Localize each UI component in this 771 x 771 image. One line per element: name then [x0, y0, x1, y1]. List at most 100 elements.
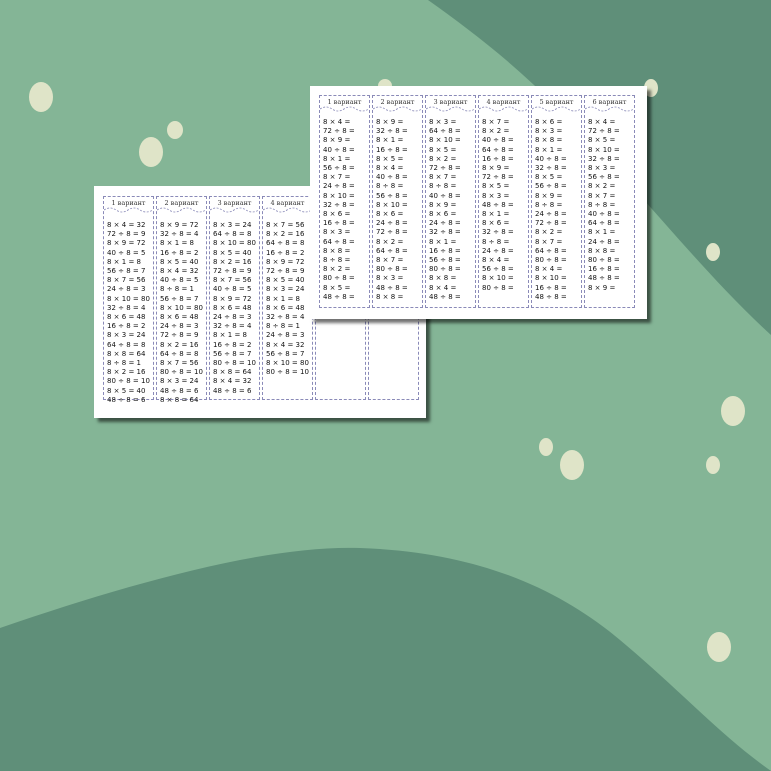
- equation-item: 32 ÷ 8 =: [429, 228, 461, 237]
- equation-item: 8 × 8 =: [535, 136, 563, 145]
- equation-item: 8 × 7 = 56: [213, 276, 252, 285]
- equation-item: 80 ÷ 8 = 10: [266, 368, 309, 377]
- equation-item: 24 ÷ 8 = 3: [160, 322, 199, 331]
- equation-item: 8 × 9 = 72: [107, 239, 146, 248]
- equation-item: 8 × 3 =: [376, 274, 404, 283]
- equation-item: 72 ÷ 8 = 9: [213, 267, 252, 276]
- equation-item: 16 ÷ 8 =: [482, 154, 514, 163]
- equation-item: 8 × 2 = 16: [213, 257, 252, 266]
- equation-list: 8 × 9 = 72 32 ÷ 8 = 48 × 1 = 8 16 ÷ 8 = 28…: [157, 221, 206, 405]
- equation-item: 8 × 8 = 64: [213, 368, 252, 377]
- equation-item: 8 × 5 =: [376, 154, 404, 163]
- equation-item: 40 ÷ 8 = 5: [107, 248, 146, 257]
- equation-item: 8 × 1 =: [482, 210, 510, 219]
- equation-item: 8 × 2 =: [535, 228, 563, 237]
- equation-item: 48 ÷ 8 =: [535, 292, 567, 301]
- equation-item: 8 × 2 =: [429, 154, 457, 163]
- equation-item: 16 ÷ 8 = 2: [266, 248, 305, 257]
- equation-item: 64 ÷ 8 =: [535, 246, 567, 255]
- equation-list: 8 × 9 = 32 ÷ 8 = 8 × 1 = 16 ÷ 8 = 8 × 5 = 8 ×…: [373, 118, 422, 302]
- variant-column: 2 вариант 8 × 9 = 72 32 ÷ 8 = 48 × 1 = 8 16…: [156, 196, 207, 404]
- equation-item: 40 ÷ 8 = 5: [160, 276, 199, 285]
- equation-item: 40 ÷ 8 =: [588, 210, 620, 219]
- equation-item: 8 × 4 =: [323, 118, 351, 126]
- equation-item: 40 ÷ 8 =: [323, 145, 355, 154]
- equation-item: 8 × 6 = 48: [213, 303, 252, 312]
- equation-item: 8 × 5 = 40: [160, 257, 199, 266]
- equation-item: 8 × 3 =: [323, 228, 351, 237]
- equation-item: 8 ÷ 8 =: [376, 182, 404, 191]
- equation-item: 64 ÷ 8 =: [429, 127, 461, 136]
- equation-item: 8 ÷ 8 = 1: [107, 359, 141, 368]
- equation-item: 64 ÷ 8 =: [376, 246, 408, 255]
- equation-item: 8 × 3 = 24: [213, 221, 252, 229]
- equation-item: 8 × 1 =: [588, 228, 616, 237]
- equation-item: 8 × 4 =: [482, 256, 510, 265]
- equation-item: 8 ÷ 8 =: [429, 182, 457, 191]
- equation-item: 8 × 7 = 56: [160, 359, 199, 368]
- equation-item: 8 × 2 = 16: [266, 230, 305, 239]
- equation-item: 8 × 6 =: [376, 210, 404, 219]
- equation-item: 48 ÷ 8 =: [482, 200, 514, 209]
- equation-item: 32 ÷ 8 =: [588, 154, 620, 163]
- variant-title: 3 вариант: [210, 197, 259, 219]
- equation-list: 8 × 4 = 72 ÷ 8 = 8 × 5 = 8 × 10 = 32 ÷ 8 = 8 …: [585, 118, 634, 293]
- wavy-divider: [426, 106, 475, 112]
- equation-item: 8 × 10 =: [376, 200, 408, 209]
- equation-item: 8 × 4 =: [376, 164, 404, 173]
- equation-item: 8 × 7 =: [482, 118, 510, 126]
- equation-item: 8 × 6 =: [482, 219, 510, 228]
- wavy-divider: [373, 106, 422, 112]
- equation-item: 72 ÷ 8 = 9: [107, 230, 146, 239]
- equation-item: 64 ÷ 8 =: [482, 145, 514, 154]
- equation-item: 8 × 1 = 8: [266, 294, 300, 303]
- equation-item: 8 × 10 =: [535, 274, 567, 283]
- variant-column: 5 вариант 8 × 6 = 8 × 3 = 8 × 8 = 8 × 1 = 40 …: [531, 95, 582, 308]
- equation-item: 8 × 9 = 72: [213, 294, 252, 303]
- equation-item: 8 × 6 = 48: [160, 313, 199, 322]
- equation-item: 48 ÷ 8 =: [588, 274, 620, 283]
- equation-item: 64 ÷ 8 =: [588, 219, 620, 228]
- equation-item: 8 ÷ 8 = 1: [266, 322, 300, 331]
- equation-item: 8 × 9 =: [482, 164, 510, 173]
- equation-item: 64 ÷ 8 = 8: [213, 230, 252, 239]
- equation-item: 8 × 9 =: [535, 191, 563, 200]
- equation-item: 56 ÷ 8 =: [588, 173, 620, 182]
- equation-item: 56 ÷ 8 =: [376, 191, 408, 200]
- equation-item: 40 ÷ 8 =: [535, 154, 567, 163]
- equation-item: 80 ÷ 8 =: [588, 256, 620, 265]
- equation-item: 8 × 8 = 64: [160, 395, 199, 404]
- equation-item: 8 ÷ 8 =: [588, 200, 616, 209]
- equation-item: 16 ÷ 8 = 2: [160, 248, 199, 257]
- front-columns: 1 вариант 8 × 4 = 72 ÷ 8 = 8 × 9 = 40 ÷ 8 = 8…: [319, 95, 637, 308]
- wavy-divider: [104, 207, 153, 213]
- equation-item: 8 × 2 = 16: [160, 340, 199, 349]
- equation-item: 8 × 9 = 72: [160, 221, 199, 229]
- equation-item: 80 ÷ 8 = 10: [107, 377, 150, 386]
- variant-column: 1 вариант 8 × 4 = 72 ÷ 8 = 8 × 9 = 40 ÷ 8 = 8…: [319, 95, 370, 308]
- equation-item: 80 ÷ 8 =: [376, 265, 408, 274]
- equation-item: 8 × 3 =: [429, 118, 457, 126]
- equation-item: 8 × 1 = 8: [213, 331, 247, 340]
- variant-column: 3 вариант 8 × 3 = 24 64 ÷ 8 = 88 × 10 = 80…: [209, 196, 260, 400]
- equation-item: 72 ÷ 8 =: [376, 228, 408, 237]
- equation-item: 8 × 7 =: [323, 173, 351, 182]
- equation-item: 8 × 3 =: [535, 127, 563, 136]
- equation-item: 48 ÷ 8 = 6: [160, 386, 199, 395]
- equation-item: 56 ÷ 8 = 7: [160, 294, 199, 303]
- equation-item: 24 ÷ 8 =: [535, 210, 567, 219]
- equation-item: 8 × 4 =: [429, 283, 457, 292]
- equation-item: 16 ÷ 8 = 2: [213, 340, 252, 349]
- equation-item: 80 ÷ 8 = 10: [213, 359, 256, 368]
- equation-item: 56 ÷ 8 =: [323, 164, 355, 173]
- equation-item: 8 × 6 =: [429, 210, 457, 219]
- equation-item: 8 × 2 =: [323, 265, 351, 274]
- wavy-divider: [532, 106, 581, 112]
- equation-item: 40 ÷ 8 =: [482, 136, 514, 145]
- equation-item: 72 ÷ 8 =: [482, 173, 514, 182]
- equation-item: 24 ÷ 8 = 3: [266, 331, 305, 340]
- equation-item: 24 ÷ 8 =: [588, 237, 620, 246]
- equation-item: 24 ÷ 8 = 3: [213, 313, 252, 322]
- equation-item: 40 ÷ 8 = 5: [213, 285, 252, 294]
- equation-item: 8 × 5 =: [323, 283, 351, 292]
